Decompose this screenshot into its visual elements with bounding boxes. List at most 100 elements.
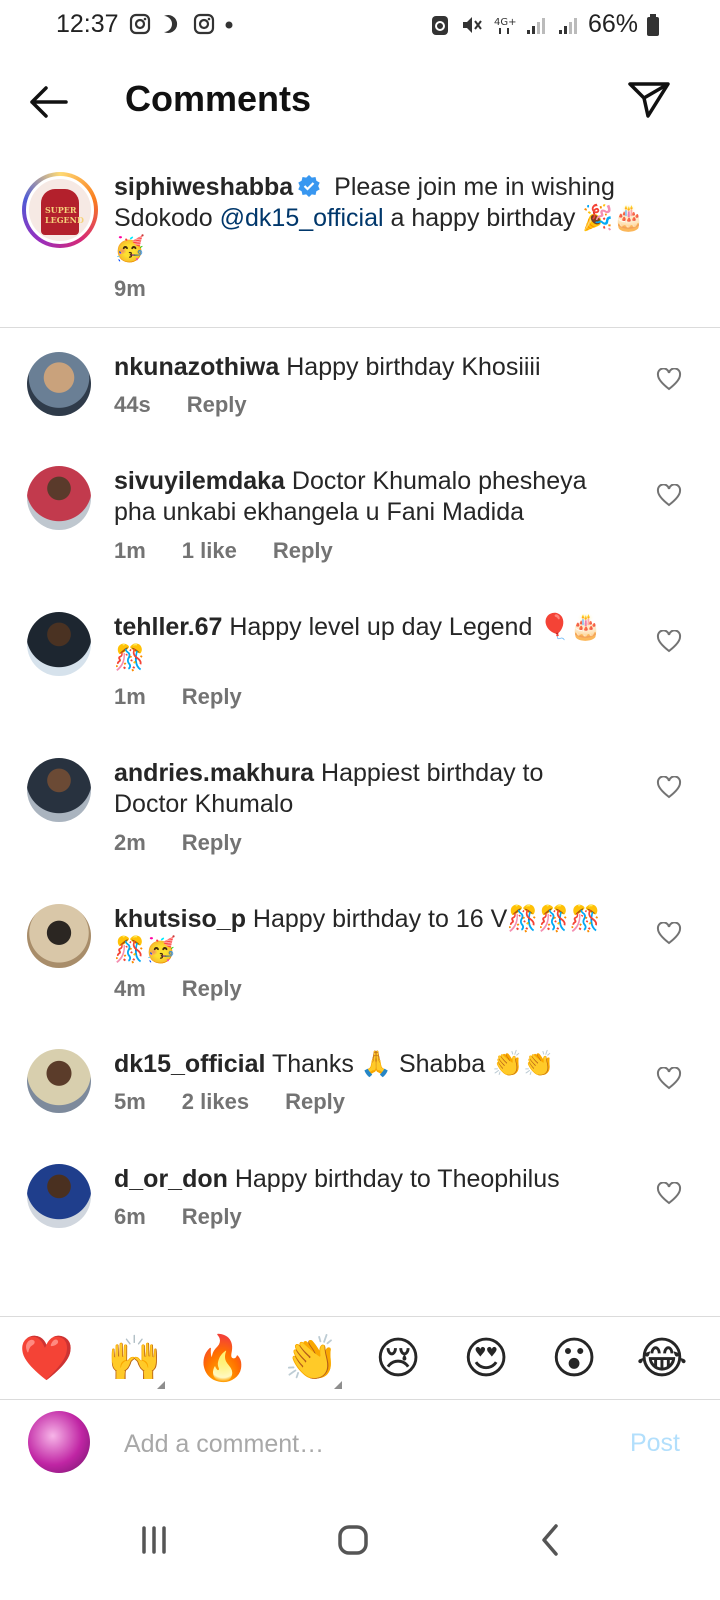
comment-username[interactable]: dk15_official	[114, 1050, 265, 1078]
heart-outline-icon[interactable]	[656, 1067, 682, 1091]
comment-meta: 1m Reply	[114, 684, 242, 710]
reply-button[interactable]: Reply	[182, 830, 242, 856]
avatar[interactable]	[27, 904, 91, 968]
comment-input[interactable]	[124, 1427, 584, 1461]
recent-apps-icon[interactable]	[124, 1510, 184, 1570]
comment-body: Thanks 🙏 Shabba 👏👏	[265, 1050, 555, 1078]
comment-timestamp: 1m	[114, 684, 146, 709]
header: Comments	[0, 62, 720, 140]
emoji-clapping[interactable]: 👏	[284, 1333, 342, 1389]
avatar[interactable]	[27, 612, 91, 676]
back-nav-icon[interactable]	[520, 1510, 580, 1570]
comment-text: khutsiso_p Happy birthday to 16 V🎊🎊🎊🎊🥳	[114, 904, 614, 966]
reply-button[interactable]: Reply	[182, 684, 242, 710]
emoji-glyph: 👏	[284, 1334, 339, 1383]
notification-icons	[128, 12, 234, 36]
heart-outline-icon[interactable]	[656, 776, 682, 800]
heart-outline-icon[interactable]	[656, 630, 682, 654]
battery-icon	[647, 13, 659, 36]
comment-text: d_or_don Happy birthday to Theophilus	[114, 1164, 614, 1195]
dot-icon	[225, 21, 233, 29]
avatar	[28, 1411, 90, 1473]
comment-meta: 44s Reply	[114, 392, 247, 418]
emoji-raising-hands[interactable]: 🙌	[107, 1333, 165, 1389]
emoji-surprised[interactable]: 😮	[548, 1333, 600, 1385]
status-time: 12:37	[56, 10, 119, 38]
comment-username[interactable]: nkunazothiwa	[114, 353, 279, 381]
heart-outline-icon[interactable]	[656, 922, 682, 946]
avatar[interactable]	[27, 1164, 91, 1228]
system-icons: 4G+ 66%	[428, 10, 660, 39]
like-count[interactable]: 2 likes	[182, 1089, 249, 1115]
avatar[interactable]	[27, 758, 91, 822]
comment-text: andries.makhura Happiest birthday to Doc…	[114, 758, 614, 820]
comment-meta: 4m Reply	[114, 976, 242, 1002]
comment-text: sivuyilemdaka Doctor Khumalo phesheya ph…	[114, 466, 614, 528]
comment-meta: 6m Reply	[114, 1204, 242, 1230]
comment-username[interactable]: tehller.67	[114, 613, 222, 641]
4g-icon: 4G+	[494, 17, 516, 34]
caption-timestamp: 9m	[114, 276, 146, 301]
emoji-fire[interactable]: 🔥	[195, 1333, 250, 1385]
emoji-glyph: 🙌	[107, 1334, 162, 1383]
comment-text: dk15_official Thanks 🙏 Shabba 👏👏	[114, 1049, 614, 1080]
caption-mention[interactable]: @dk15_official	[220, 204, 384, 232]
comment-composer: Post	[0, 1401, 720, 1487]
reply-button[interactable]: Reply	[182, 976, 242, 1002]
post-caption: SUPER LEGEND siphiweshabba Please join m…	[0, 168, 720, 328]
skin-tone-indicator	[334, 1381, 342, 1389]
avatar[interactable]: SUPER LEGEND	[22, 172, 98, 248]
comment-text: nkunazothiwa Happy birthday Khosiiii	[114, 352, 614, 383]
avatar[interactable]	[27, 466, 91, 530]
comment-timestamp: 44s	[114, 392, 151, 417]
comment-username[interactable]: d_or_don	[114, 1165, 228, 1193]
emoji-quick-bar: ❤️ 🙌 🔥 👏 😢 😍 😮 😂	[0, 1316, 720, 1400]
comment-timestamp: 1m	[114, 538, 146, 563]
page-title: Comments	[125, 78, 312, 119]
comment-username[interactable]: khutsiso_p	[114, 905, 246, 933]
post-button[interactable]: Post	[630, 1429, 680, 1458]
like-count[interactable]: 1 like	[182, 538, 237, 564]
emoji-crying[interactable]: 😢	[372, 1333, 424, 1385]
caption-text: siphiweshabba Please join me in wishing …	[114, 172, 674, 265]
comment-timestamp: 2m	[114, 830, 146, 855]
comment-meta: 1m 1 like Reply	[114, 538, 333, 564]
comment-timestamp: 4m	[114, 976, 146, 1001]
battery-percent: 66%	[587, 10, 638, 38]
comment-meta: 5m 2 likes Reply	[114, 1089, 345, 1115]
instagram-icon	[193, 13, 215, 35]
home-icon[interactable]	[323, 1510, 383, 1570]
heart-outline-icon[interactable]	[656, 368, 682, 392]
reply-button[interactable]: Reply	[187, 392, 247, 418]
instagram-icon	[129, 13, 151, 35]
heart-outline-icon[interactable]	[656, 1182, 682, 1206]
reply-button[interactable]: Reply	[273, 538, 333, 564]
skin-tone-indicator	[157, 1381, 165, 1389]
status-bar: 12:37 4G+ 66%	[0, 0, 720, 52]
comment-username[interactable]: sivuyilemdaka	[114, 467, 285, 495]
comment-text: tehller.67 Happy level up day Legend 🎈🎂🎊	[114, 612, 614, 674]
emoji-tears-of-joy[interactable]: 😂	[636, 1333, 688, 1385]
verified-badge-icon	[298, 175, 320, 197]
caption-username[interactable]: siphiweshabba	[114, 173, 293, 201]
back-button[interactable]	[26, 80, 70, 124]
comment-meta: 2m Reply	[114, 830, 242, 856]
comment-timestamp: 5m	[114, 1089, 146, 1114]
comment-timestamp: 6m	[114, 1204, 146, 1229]
svg-text:4G+: 4G+	[494, 17, 516, 28]
comment-body: Happy birthday Khosiiii	[279, 353, 541, 381]
system-nav-bar	[0, 1490, 720, 1600]
heart-outline-icon[interactable]	[656, 484, 682, 508]
signal-icon	[558, 17, 577, 34]
reply-button[interactable]: Reply	[182, 1204, 242, 1230]
avatar[interactable]	[27, 1049, 91, 1113]
emoji-heart[interactable]: ❤️	[19, 1333, 74, 1385]
comment-body: Happy birthday to Theophilus	[227, 1165, 560, 1193]
avatar[interactable]	[27, 352, 91, 416]
moon-icon	[164, 15, 178, 33]
avatar-text: SUPER LEGEND	[45, 205, 84, 225]
emoji-heart-eyes[interactable]: 😍	[460, 1333, 512, 1385]
comment-username[interactable]: andries.makhura	[114, 759, 314, 787]
paper-plane-icon[interactable]	[626, 76, 672, 122]
reply-button[interactable]: Reply	[285, 1089, 345, 1115]
